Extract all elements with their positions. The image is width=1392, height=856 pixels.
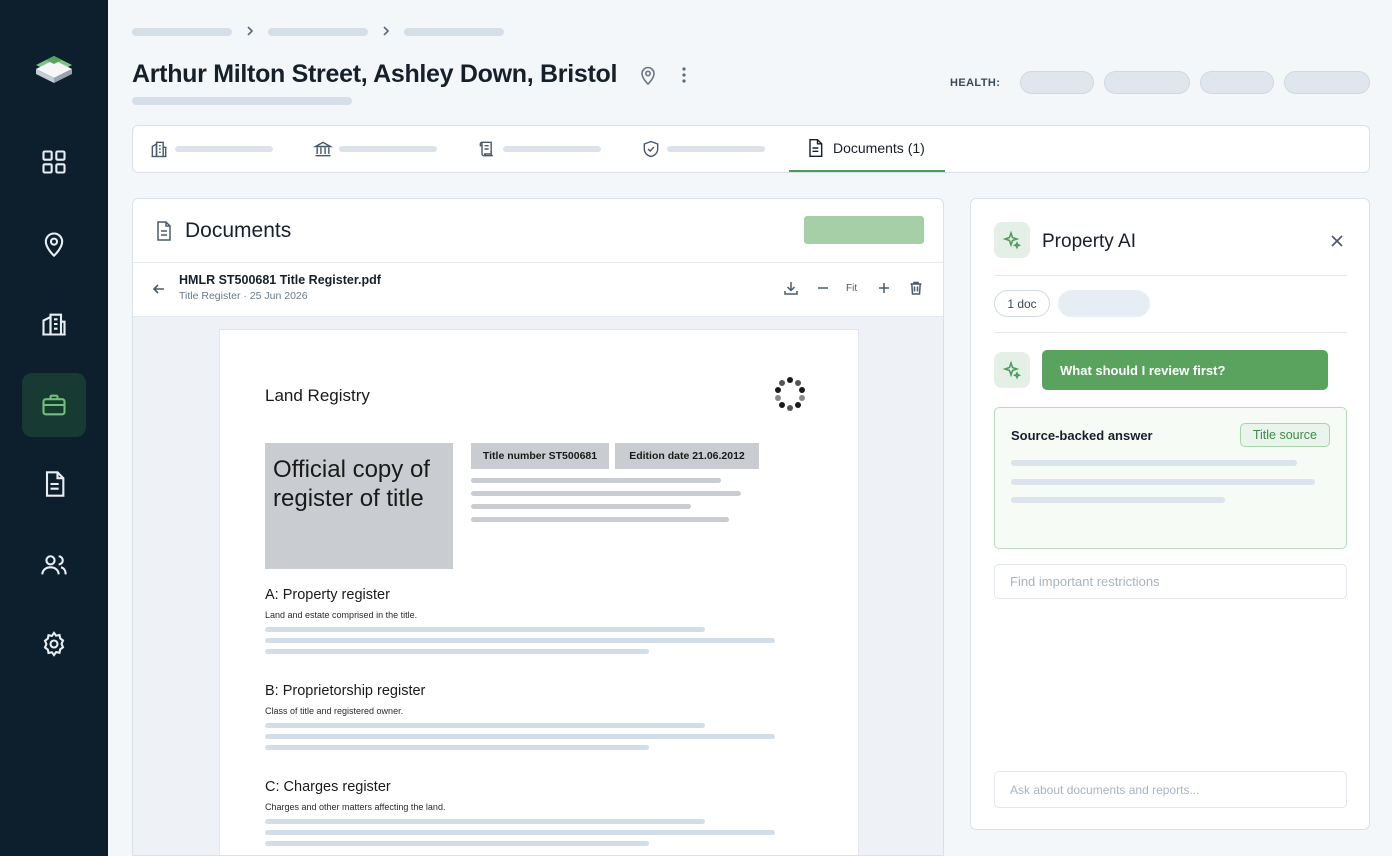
arrow-left-icon[interactable] <box>151 281 167 297</box>
sidebar-item-properties[interactable] <box>22 292 86 356</box>
source-tag[interactable]: Title source <box>1239 423 1330 447</box>
document-icon <box>45 471 65 497</box>
official-copy-title: Official copy of register of title <box>273 456 430 512</box>
download-button[interactable] <box>782 279 800 297</box>
download-icon <box>784 282 798 295</box>
document-heading: Land Registry <box>265 386 370 405</box>
chevron-right-icon <box>383 26 390 36</box>
app-logo[interactable] <box>32 52 76 86</box>
health-pill[interactable] <box>1104 71 1190 94</box>
file-name: HMLR ST500681 Title Register.pdf <box>179 273 381 287</box>
close-icon[interactable] <box>1329 233 1345 249</box>
filter-chip[interactable] <box>1058 290 1150 317</box>
sparkle-icon <box>1002 230 1022 250</box>
section-title: A: Property register <box>265 587 390 603</box>
briefcase-icon <box>42 394 66 416</box>
buildings-icon <box>42 313 66 336</box>
upload-document-button[interactable] <box>804 216 924 244</box>
answer-title: Source-backed answer <box>1011 428 1153 443</box>
property-ai-panel: Property AI 1 doc What should I review f… <box>970 198 1370 830</box>
official-copy-box: Official copy of register of title <box>265 443 453 569</box>
delete-button[interactable] <box>907 279 925 297</box>
location-pin-icon[interactable] <box>638 64 658 86</box>
restrictions-search-input[interactable] <box>994 564 1347 599</box>
scroll-icon <box>479 141 493 157</box>
location-pin-icon <box>44 232 64 258</box>
trash-icon <box>910 281 922 295</box>
ask-ai-input[interactable] <box>994 771 1347 808</box>
document-icon <box>809 138 823 158</box>
sidebar-item-people[interactable] <box>22 533 86 597</box>
breadcrumb-item[interactable] <box>132 28 232 36</box>
sidebar-item-dashboard[interactable] <box>22 130 86 194</box>
section-subtitle: Charges and other matters affecting the … <box>265 802 446 812</box>
users-icon <box>41 555 67 575</box>
tab-documents-label: Documents (1) <box>833 140 925 156</box>
bank-icon <box>313 141 333 157</box>
tab-finance[interactable] <box>313 126 437 172</box>
answer-card: Source-backed answer Title source <box>994 407 1347 549</box>
zoom-out-button[interactable] <box>814 279 832 297</box>
page-subtitle-placeholder <box>132 97 352 105</box>
section-title: C: Charges register <box>265 779 391 795</box>
health-pill[interactable] <box>1200 71 1274 94</box>
property-tabs: Documents (1) <box>132 125 1370 173</box>
tab-compliance[interactable] <box>641 126 765 172</box>
page-title: Arthur Milton Street, Ashley Down, Brist… <box>132 60 618 88</box>
ai-badge <box>994 222 1030 258</box>
section-subtitle: Land and estate comprised in the title. <box>265 610 418 620</box>
tab-legal[interactable] <box>477 126 601 172</box>
documents-title: Documents <box>185 219 292 242</box>
doc-count-chip[interactable]: 1 doc <box>994 290 1050 317</box>
sidebar-item-portfolio[interactable] <box>22 373 86 437</box>
document-canvas[interactable]: Land Registry Official copy of register … <box>133 317 943 855</box>
building-icon <box>151 141 167 158</box>
gear-icon <box>43 631 65 657</box>
document-page: Land Registry Official copy of register … <box>219 329 859 855</box>
tab-documents[interactable]: Documents (1) <box>789 126 945 172</box>
edition-date: Edition date 21.06.2012 <box>615 443 759 469</box>
health-label: HEALTH: <box>950 77 1001 89</box>
file-meta: Title Register · 25 Jun 2026 <box>179 290 308 302</box>
zoom-in-button[interactable] <box>875 279 893 297</box>
health-pill[interactable] <box>1284 71 1370 94</box>
sidebar-item-settings[interactable] <box>22 612 86 676</box>
documents-panel: Documents HMLR ST500681 Title Register.p… <box>132 198 944 856</box>
land-registry-crest-icon <box>775 377 805 411</box>
breadcrumb-item[interactable] <box>404 28 504 36</box>
more-vertical-icon[interactable] <box>674 64 694 86</box>
sparkle-icon <box>1002 360 1022 380</box>
suggested-question-button[interactable]: What should I review first? <box>1042 350 1328 390</box>
health-pill[interactable] <box>1020 71 1094 94</box>
ai-panel-title: Property AI <box>1042 231 1136 252</box>
fit-button[interactable]: Fit <box>846 283 857 294</box>
shield-check-icon <box>643 140 659 158</box>
minus-icon <box>818 287 828 289</box>
title-number: Title number ST500681 <box>471 443 609 469</box>
chevron-right-icon <box>247 26 254 36</box>
document-icon <box>157 221 171 241</box>
plus-icon <box>879 283 889 293</box>
section-subtitle: Class of title and registered owner. <box>265 706 404 716</box>
sidebar-item-locations[interactable] <box>22 212 86 276</box>
breadcrumb-item[interactable] <box>268 28 368 36</box>
section-title: B: Proprietorship register <box>265 683 426 699</box>
sidebar-item-documents[interactable] <box>22 452 86 516</box>
tab-building[interactable] <box>149 126 273 172</box>
document-viewer-toolbar: HMLR ST500681 Title Register.pdf Title R… <box>133 263 943 317</box>
sidebar <box>0 0 108 856</box>
documents-header: Documents <box>133 199 943 263</box>
grid-icon <box>42 150 66 174</box>
ai-avatar <box>994 352 1030 388</box>
